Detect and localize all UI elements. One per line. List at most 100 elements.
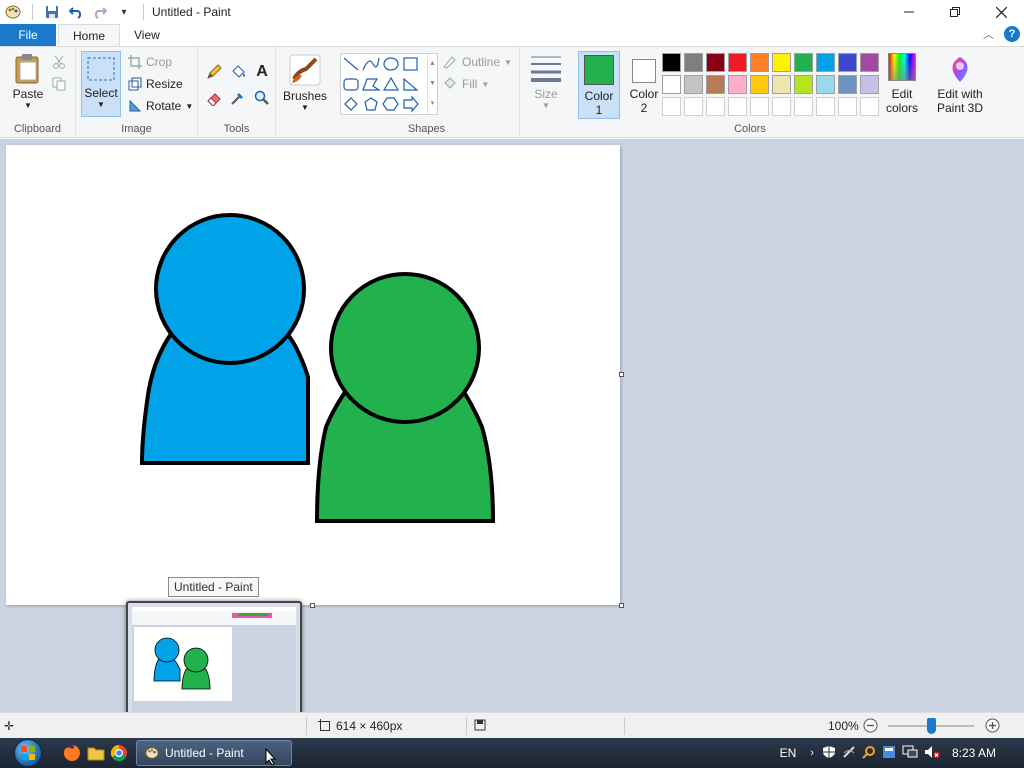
palette-swatch[interactable] [816,75,835,94]
palette-swatch[interactable] [860,53,879,72]
tab-view[interactable]: View [120,24,174,46]
palette-swatch[interactable] [750,53,769,72]
rotate-button[interactable]: Rotate ▼ [128,99,193,113]
copy-icon[interactable] [48,73,70,95]
paste-button[interactable]: Paste ▼ [8,53,48,110]
palette-swatch[interactable] [750,75,769,94]
paste-dropdown-icon: ▼ [24,101,32,110]
language-indicator[interactable]: EN [780,746,797,760]
collapse-ribbon-icon[interactable]: ︿ [983,26,994,42]
zoom-slider-thumb[interactable] [927,718,936,734]
search-icon[interactable] [862,745,876,762]
redo-icon[interactable] [89,1,111,23]
palette-swatch[interactable] [838,75,857,94]
volume-muted-icon[interactable] [924,745,940,762]
palette-swatch[interactable] [794,75,813,94]
palette-swatch[interactable] [684,97,703,116]
color-picker-icon[interactable] [227,87,249,109]
fill-button[interactable]: Fill ▼ [442,77,489,91]
palette-swatch[interactable] [772,53,791,72]
palette-swatch[interactable] [662,97,681,116]
canvas-resize-handle-bottom[interactable] [310,603,315,608]
edit-with-paint3d-button[interactable]: Edit with Paint 3D [932,53,988,115]
restore-button[interactable] [932,0,978,24]
palette-swatch[interactable] [772,75,791,94]
crop-button[interactable]: Crop [128,55,172,69]
palette-swatch[interactable] [816,97,835,116]
palette-swatch[interactable] [728,97,747,116]
zoom-in-button[interactable] [985,718,1000,736]
palette-swatch[interactable] [838,97,857,116]
resize-button[interactable]: Resize [128,77,183,91]
display-network-icon[interactable] [902,745,918,762]
paint3d-group: Edit with Paint 3D [928,47,992,137]
customize-qat-icon[interactable]: ▾ [113,1,135,23]
palette-swatch[interactable] [794,53,813,72]
palette-swatch[interactable] [772,97,791,116]
canvas-resize-handle-right[interactable] [619,372,624,377]
palette-swatch[interactable] [706,75,725,94]
palette-swatch[interactable] [838,53,857,72]
edit-colors-button[interactable]: Edit colors [880,53,924,115]
palette-swatch[interactable] [816,53,835,72]
pencil-icon[interactable] [203,61,225,83]
paste-label: Paste [12,87,44,101]
drawing-canvas[interactable] [6,145,620,605]
start-button[interactable] [8,738,48,768]
select-button[interactable]: Select ▼ [81,51,121,117]
fill-bucket-icon[interactable] [227,61,249,83]
color1-button[interactable]: Color 1 [578,51,620,119]
palette-swatch[interactable] [706,97,725,116]
show-hidden-icons[interactable]: › [810,747,814,759]
text-tool-icon[interactable]: A [251,61,273,83]
save-icon[interactable] [41,1,63,23]
cut-icon[interactable] [48,51,70,73]
color2-button[interactable]: Color 2 [624,51,664,119]
palette-swatch[interactable] [728,53,747,72]
status-bar: ✛ 614 × 460px 100% [0,712,1024,738]
edit-colors-line2: colors [885,101,918,115]
brushes-button[interactable]: Brushes ▼ [282,53,328,112]
outline-button[interactable]: Outline ▼ [442,55,512,69]
palette-swatch[interactable] [860,75,879,94]
eraser-icon[interactable] [203,87,225,109]
clock-time[interactable]: 8:23 AM [952,746,996,760]
quick-access-toolbar: ▾ [0,1,150,23]
tab-file[interactable]: File [0,24,56,46]
close-button[interactable] [978,0,1024,24]
canvas-resize-handle-corner[interactable] [619,603,624,608]
palette-swatch[interactable] [728,75,747,94]
palette-swatch[interactable] [684,53,703,72]
shapes-gallery[interactable]: ▲ ▼ ▾ [340,53,438,115]
paint-app-icon[interactable] [2,1,24,23]
network-disabled-icon[interactable] [842,745,856,762]
magnifier-icon[interactable] [251,87,273,109]
canvas-drawing [139,213,496,523]
color-palette [662,53,882,119]
undo-icon[interactable] [65,1,87,23]
window-title: Untitled - Paint [152,5,231,19]
fill-dropdown-icon: ▼ [481,79,490,89]
folder-icon[interactable] [86,743,106,763]
minimize-button[interactable] [886,0,932,24]
palette-swatch[interactable] [706,53,725,72]
help-icon[interactable]: ? [1004,26,1020,42]
select-label: Select [84,86,118,100]
paint-task-icon [145,747,159,759]
palette-swatch[interactable] [684,75,703,94]
brushes-dropdown-icon: ▼ [301,103,309,112]
app-tray-icon[interactable] [882,745,896,762]
palette-swatch[interactable] [750,97,769,116]
firefox-icon[interactable] [62,743,82,763]
chrome-icon[interactable] [109,743,129,763]
palette-swatch[interactable] [662,75,681,94]
shapes-scroll-icon[interactable]: ▲ ▼ ▾ [427,54,437,114]
palette-swatch[interactable] [794,97,813,116]
palette-swatch[interactable] [860,97,879,116]
select-dropdown-icon: ▼ [97,100,105,109]
tab-home[interactable]: Home [58,24,121,46]
size-button[interactable]: Size ▼ [526,53,566,110]
zoom-out-button[interactable] [863,718,878,736]
palette-swatch[interactable] [662,53,681,72]
security-shield-icon[interactable] [822,745,836,762]
